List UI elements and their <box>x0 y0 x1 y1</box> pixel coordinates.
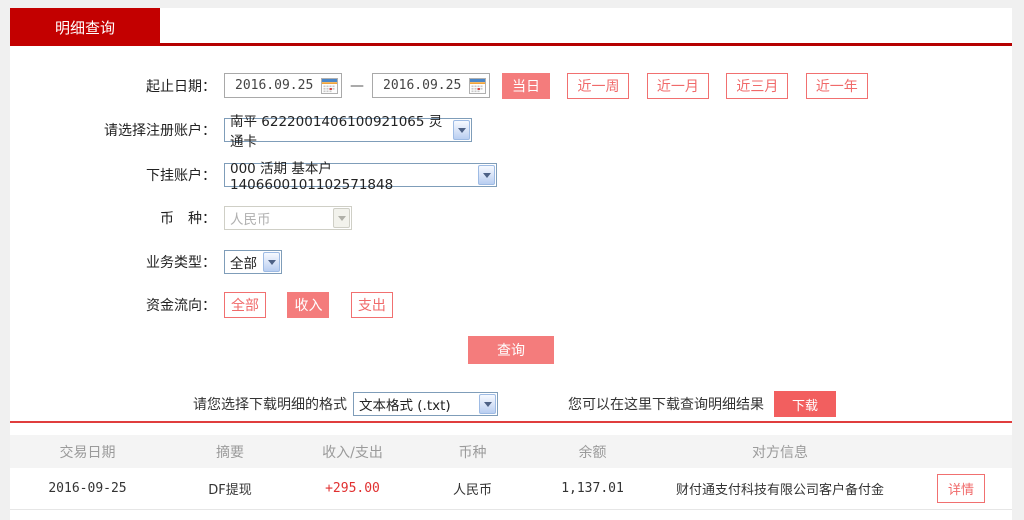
currency-value: 人民币 <box>230 208 271 228</box>
start-date-input[interactable]: 2016.09.25 <box>224 73 342 98</box>
query-button[interactable]: 查询 <box>468 336 554 364</box>
cell-amount: +295.00 <box>295 481 410 496</box>
date-range-row: 起止日期： 2016.09.25 — 2016.09.25 <box>10 72 1012 99</box>
register-account-select[interactable]: 南平 6222001406100921065 灵通卡 <box>224 118 472 142</box>
cell-transaction-date: 2016-09-25 <box>10 481 165 496</box>
business-type-value: 全部 <box>230 252 257 272</box>
detail-button[interactable]: 详情 <box>937 474 985 503</box>
detail-query-panel: 明细查询 起止日期： 2016.09.25 — 2016.09.25 <box>10 8 1012 520</box>
business-type-label: 业务类型： <box>10 252 224 272</box>
chevron-down-icon[interactable] <box>478 165 495 185</box>
currency-row: 币 种： 人民币 <box>10 206 1012 230</box>
column-header-currency: 币种 <box>410 442 535 462</box>
download-hint-text: 您可以在这里下载查询明细结果 <box>568 394 764 414</box>
calendar-icon[interactable] <box>321 78 338 94</box>
start-date-value: 2016.09.25 <box>235 78 313 93</box>
fund-flow-label: 资金流向： <box>10 295 224 315</box>
fund-flow-buttons: 全部 收入 支出 <box>224 292 410 318</box>
download-button[interactable]: 下载 <box>774 391 836 417</box>
quick-range-year-button[interactable]: 近一年 <box>806 73 868 99</box>
cell-currency: 人民币 <box>410 479 535 498</box>
end-date-input[interactable]: 2016.09.25 <box>372 73 490 98</box>
cell-counterparty: 财付通支付科技有限公司客户备付金 <box>650 479 910 498</box>
tab-bar: 明细查询 <box>10 8 1012 46</box>
business-type-select[interactable]: 全部 <box>224 250 282 274</box>
register-account-label: 请选择注册账户： <box>10 120 224 140</box>
calendar-icon[interactable] <box>469 78 486 94</box>
register-account-value: 南平 6222001406100921065 灵通卡 <box>230 110 452 150</box>
sub-account-select[interactable]: 000 活期 基本户 1406600101102571848 <box>224 163 497 187</box>
quick-range-3months-button[interactable]: 近三月 <box>726 73 788 99</box>
tab-label: 明细查询 <box>55 17 115 38</box>
download-format-select[interactable]: 文本格式 (.txt) <box>353 392 498 416</box>
chevron-down-icon[interactable] <box>263 252 280 272</box>
fund-flow-income-button[interactable]: 收入 <box>287 292 329 318</box>
column-header-date: 交易日期 <box>10 442 165 462</box>
business-type-row: 业务类型： 全部 <box>10 250 1012 274</box>
chevron-down-icon[interactable] <box>479 394 496 414</box>
table-top-divider <box>10 421 1012 423</box>
currency-select: 人民币 <box>224 206 352 230</box>
fund-flow-row: 资金流向： 全部 收入 支出 <box>10 291 1012 318</box>
column-header-counterparty: 对方信息 <box>650 442 910 462</box>
quick-range-today-button[interactable]: 当日 <box>502 73 550 99</box>
fund-flow-expense-button[interactable]: 支出 <box>351 292 393 318</box>
column-header-summary: 摘要 <box>165 442 295 462</box>
sub-account-row: 下挂账户： 000 活期 基本户 1406600101102571848 <box>10 163 1012 187</box>
download-row: 请您选择下载明细的格式 文本格式 (.txt) 您可以在这里下载查询明细结果 下… <box>193 391 1012 417</box>
register-account-row: 请选择注册账户： 南平 6222001406100921065 灵通卡 <box>10 118 1012 142</box>
sub-account-label: 下挂账户： <box>10 165 224 185</box>
quick-range-week-button[interactable]: 近一周 <box>567 73 629 99</box>
cell-balance: 1,137.01 <box>535 481 650 496</box>
download-format-value: 文本格式 (.txt) <box>359 394 451 414</box>
fund-flow-all-button[interactable]: 全部 <box>224 292 266 318</box>
end-date-value: 2016.09.25 <box>383 78 461 93</box>
query-button-row: 查询 <box>10 336 1012 364</box>
table-row: 2016-09-25 DF提现 +295.00 人民币 1,137.01 财付通… <box>10 468 1012 510</box>
chevron-down-icon <box>333 208 350 228</box>
currency-label: 币 种： <box>10 208 224 228</box>
chevron-down-icon[interactable] <box>453 120 470 140</box>
date-range-label: 起止日期： <box>10 76 224 96</box>
cell-action: 详情 <box>910 474 1012 503</box>
column-header-balance: 余额 <box>535 442 650 462</box>
date-range-separator: — <box>350 78 364 94</box>
cell-summary: DF提现 <box>165 479 295 498</box>
tab-detail-query[interactable]: 明细查询 <box>10 8 160 46</box>
column-header-amount: 收入/支出 <box>295 442 410 462</box>
download-format-label: 请您选择下载明细的格式 <box>193 394 347 414</box>
table-header-row: 交易日期 摘要 收入/支出 币种 余额 对方信息 <box>10 435 1012 468</box>
sub-account-value: 000 活期 基本户 1406600101102571848 <box>230 157 477 193</box>
quick-range-buttons: 当日 近一周 近一月 近三月 近一年 <box>490 73 868 99</box>
quick-range-month-button[interactable]: 近一月 <box>647 73 709 99</box>
